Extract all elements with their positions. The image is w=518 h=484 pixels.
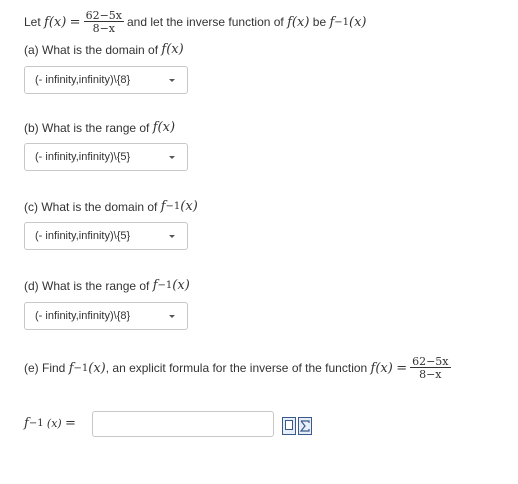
inverse-formula-input[interactable] xyxy=(92,411,274,437)
question-e-sup: −1 xyxy=(73,362,89,374)
question-b-text: (b) What is the range of xyxy=(24,120,150,135)
question-e-fx: f(x) xyxy=(370,360,393,376)
question-d-label: (d) What is the range of f −1 (x) xyxy=(24,278,190,293)
question-e-numerator: 62−5x xyxy=(410,355,451,368)
question-a-label: (a) What is the domain of f(x) xyxy=(24,42,184,57)
intro-finv-sup: −1 xyxy=(334,16,350,28)
chevron-down-icon xyxy=(169,235,175,238)
question-e-equals: = xyxy=(396,360,408,376)
domain-f-select[interactable]: (- infinity,infinity)\{8} xyxy=(24,66,188,94)
intro-fx-2: f(x) xyxy=(287,14,310,30)
question-c-label: (c) What is the domain of f −1 (x) xyxy=(24,199,198,214)
question-e-fraction: 62−5x 8−x xyxy=(410,355,451,381)
intro-denominator: 8−x xyxy=(92,22,115,35)
intro-numerator: 62−5x xyxy=(83,9,124,22)
question-b-label: (b) What is the range of f(x) xyxy=(24,120,175,135)
question-c-text: (c) What is the domain of xyxy=(24,199,158,214)
question-c-arg: (x) xyxy=(180,199,198,214)
range-f-select[interactable]: (- infinity,infinity)\{5} xyxy=(24,143,188,171)
intro-text: and let the inverse function of xyxy=(127,15,284,29)
question-e-denominator: 8−x xyxy=(419,368,442,381)
domain-finv-selected-value: (- infinity,infinity)\{5} xyxy=(35,230,131,242)
answer-label-equals: = xyxy=(65,416,76,431)
question-e-arg: (x) xyxy=(88,360,106,376)
chevron-down-icon xyxy=(169,156,175,159)
range-f-selected-value: (- infinity,infinity)\{5} xyxy=(35,151,131,163)
sigma-icon xyxy=(299,420,310,432)
question-e-label: (e) Find f −1 (x) , an explicit formula fo… xyxy=(24,356,454,380)
answer-label-sup: −1 xyxy=(28,418,44,429)
range-finv-selected-value: (- infinity,infinity)\{8} xyxy=(35,310,131,322)
question-a-text: (a) What is the domain of xyxy=(24,42,159,57)
answer-label: f −1 (x) = xyxy=(24,416,76,431)
domain-finv-select[interactable]: (- infinity,infinity)\{5} xyxy=(24,222,188,250)
intro-fraction: 62−5x 8−x xyxy=(83,9,124,35)
question-d-text: (d) What is the range of xyxy=(24,278,150,293)
range-finv-select[interactable]: (- infinity,infinity)\{8} xyxy=(24,302,188,330)
intro-be: be xyxy=(312,15,327,29)
chevron-down-icon xyxy=(169,79,175,82)
question-e-text: , an explicit formula for the inverse of… xyxy=(105,361,368,375)
domain-f-selected-value: (- infinity,infinity)\{8} xyxy=(35,74,131,86)
intro-finv-arg: (x) xyxy=(349,14,367,30)
question-e-find: (e) Find xyxy=(24,361,66,375)
intro-equals: = xyxy=(69,14,81,30)
sigma-preview-icon[interactable] xyxy=(298,417,312,435)
intro-fx: f(x) xyxy=(44,14,67,30)
question-a-math: f(x) xyxy=(161,42,184,57)
question-d-arg: (x) xyxy=(172,278,190,293)
intro-line: Let f(x) = 62−5x 8−x and let the inverse… xyxy=(24,10,367,34)
chevron-down-icon xyxy=(169,315,175,318)
question-c-sup: −1 xyxy=(165,201,181,212)
intro-let: Let xyxy=(24,15,41,29)
question-d-sup: −1 xyxy=(157,280,173,291)
question-b-math: f(x) xyxy=(152,120,176,135)
formula-editor-icon[interactable] xyxy=(282,417,296,435)
answer-label-arg: (x) xyxy=(46,417,62,430)
